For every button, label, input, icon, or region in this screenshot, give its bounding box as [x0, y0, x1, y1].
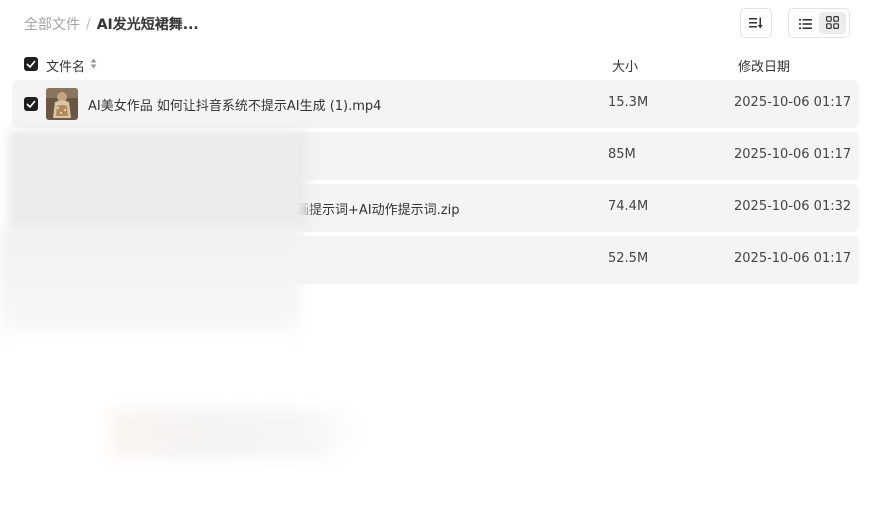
name-column-label: 文件名: [46, 60, 86, 75]
breadcrumb: 全部文件 / AI发光短裙舞...: [24, 14, 199, 34]
file-size: 74.4M: [608, 199, 649, 214]
breadcrumb-separator: /: [86, 16, 91, 32]
file-modified-date: 2025-10-06 01:17: [734, 251, 852, 266]
file-size: 85M: [608, 147, 636, 162]
row-checkbox[interactable]: [24, 97, 38, 111]
table-row[interactable]: AI美女作品 如何让抖音系统不提示AI生成 (1).mp4 15.3M 2025…: [12, 80, 859, 128]
breadcrumb-root-link[interactable]: 全部文件: [24, 14, 80, 34]
name-column-header[interactable]: 文件名: [46, 56, 97, 75]
grid-view-icon: [826, 14, 840, 33]
list-view-button[interactable]: [792, 12, 819, 34]
view-toggle: [788, 8, 850, 38]
sort-button[interactable]: [740, 8, 772, 38]
file-modified-date: 2025-10-06 01:17: [734, 95, 852, 110]
list-view-icon: [799, 14, 812, 33]
file-modified-date: 2025-10-06 01:32: [734, 199, 852, 214]
select-all-checkbox[interactable]: [24, 57, 38, 71]
file-size: 15.3M: [608, 95, 649, 110]
blurred-overlay: [110, 410, 360, 458]
table-header: 文件名 大小 修改日期: [0, 52, 874, 76]
check-icon: [26, 60, 36, 68]
file-name[interactable]: 画提示词+AI动作提示词.zip: [296, 199, 459, 218]
grid-view-button[interactable]: [819, 12, 846, 34]
file-name[interactable]: AI美女作品 如何让抖音系统不提示AI生成 (1).mp4: [88, 95, 381, 114]
sort-caret-icon: [90, 58, 97, 73]
video-thumbnail: [46, 88, 78, 120]
blurred-overlay: [0, 228, 300, 348]
check-icon: [26, 100, 36, 108]
file-size: 52.5M: [608, 251, 649, 266]
blurred-overlay: [8, 130, 308, 230]
date-column-header[interactable]: 修改日期: [738, 56, 790, 75]
breadcrumb-current-folder: AI发光短裙舞...: [96, 17, 199, 33]
size-column-header[interactable]: 大小: [612, 56, 638, 75]
sort-icon: [749, 14, 763, 33]
file-modified-date: 2025-10-06 01:17: [734, 147, 852, 162]
